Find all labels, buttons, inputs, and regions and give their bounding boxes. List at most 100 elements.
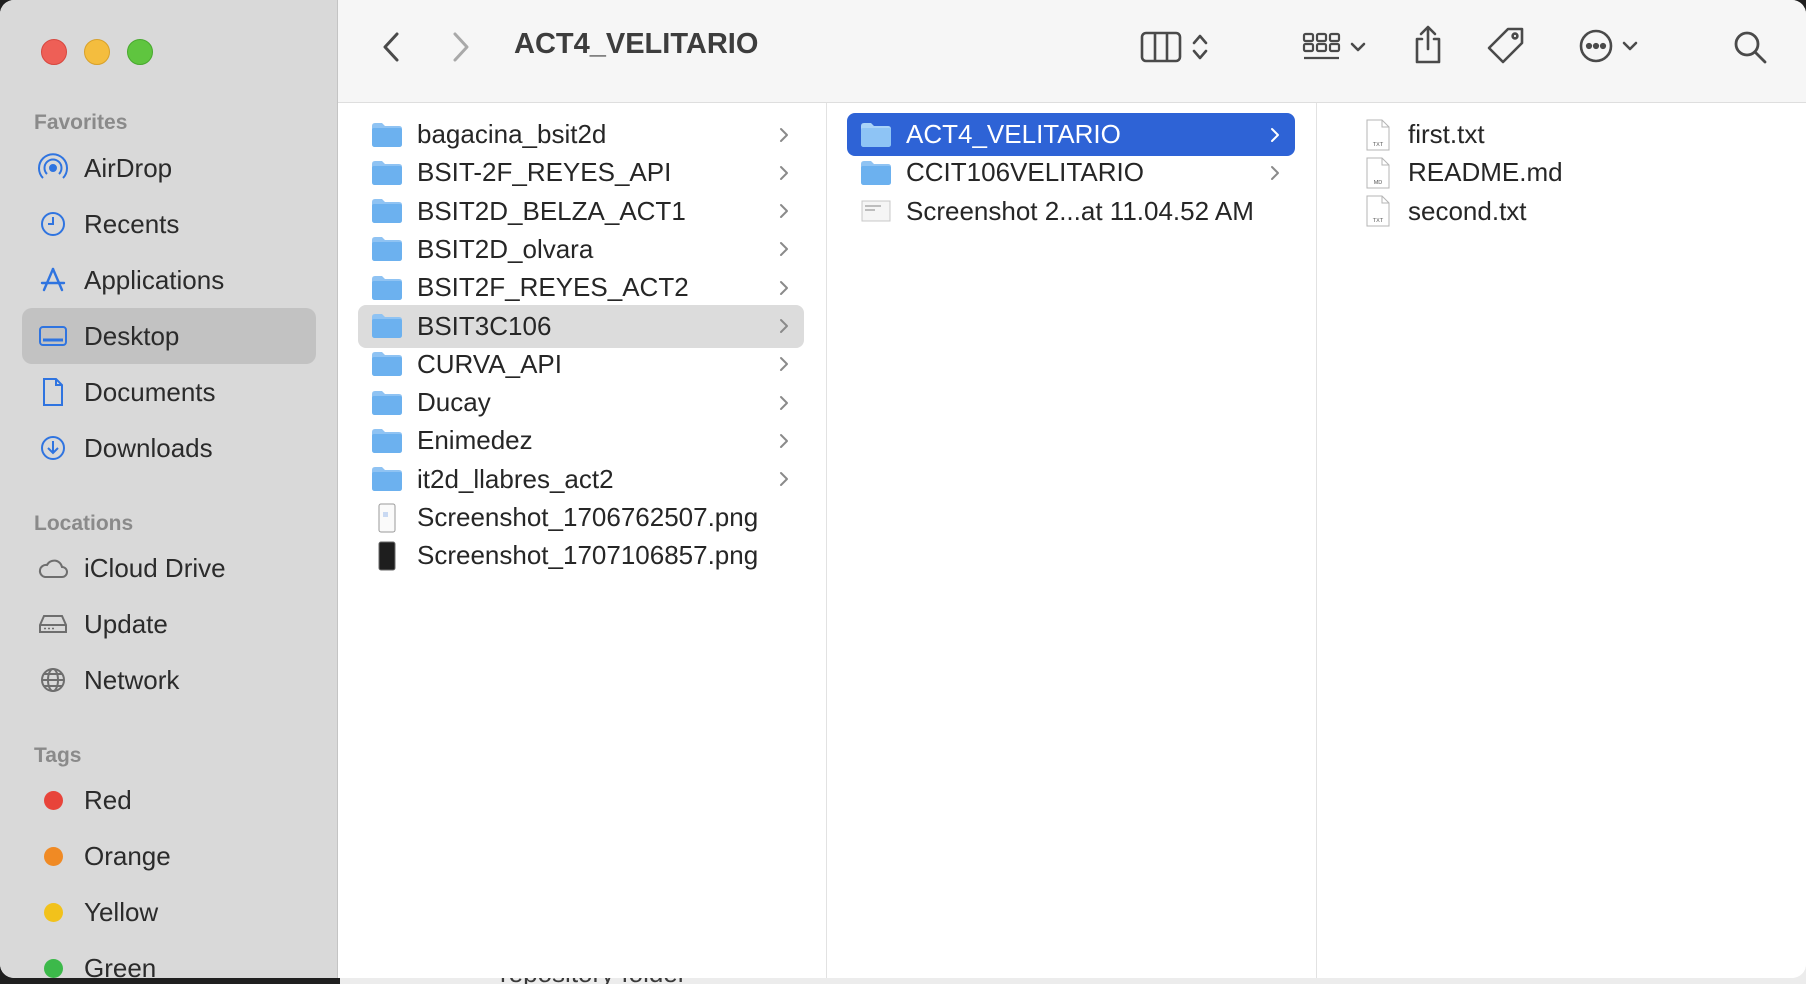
item-label: Ducay bbox=[417, 387, 491, 418]
chevron-right-icon bbox=[774, 433, 794, 449]
folder-row[interactable]: bagacina_bsit2d bbox=[358, 113, 804, 156]
favorites-heading: Favorites bbox=[34, 111, 128, 134]
item-label: first.txt bbox=[1408, 119, 1485, 149]
folder-row[interactable]: CCIT106VELITARIO bbox=[847, 151, 1295, 194]
sidebar-item-downloads[interactable]: Downloads bbox=[22, 420, 316, 476]
minimize-window-button[interactable] bbox=[84, 39, 110, 65]
chevron-right-icon bbox=[774, 241, 794, 257]
file-row[interactable]: TXT second.txt bbox=[1349, 190, 1749, 233]
sidebar-item-label: Update bbox=[84, 608, 168, 639]
drive-icon bbox=[36, 607, 70, 641]
back-button[interactable] bbox=[374, 30, 408, 68]
tag-button[interactable] bbox=[1484, 26, 1528, 70]
chevron-right-icon bbox=[774, 318, 794, 334]
file-row[interactable]: Screenshot_1706762507.png bbox=[358, 496, 804, 539]
sidebar-item-airdrop[interactable]: AirDrop bbox=[22, 140, 316, 196]
item-label: CCIT106VELITARIO bbox=[906, 157, 1144, 188]
sidebar-item-applications[interactable]: Applications bbox=[22, 252, 316, 308]
folder-row[interactable]: BSIT2D_olvara bbox=[358, 228, 804, 271]
globe-icon bbox=[36, 663, 70, 697]
sidebar-item-label: Yellow bbox=[84, 896, 159, 927]
tag-icon bbox=[1486, 26, 1526, 71]
applications-icon bbox=[36, 263, 70, 297]
sidebar-item-label: Red bbox=[84, 784, 132, 815]
chevron-down-icon bbox=[1350, 40, 1366, 58]
group-button[interactable] bbox=[1296, 28, 1372, 70]
sidebar-item-label: Applications bbox=[84, 264, 225, 295]
item-label: bagacina_bsit2d bbox=[417, 119, 607, 149]
chevron-right-icon bbox=[774, 471, 794, 487]
svg-text:MD: MD bbox=[1374, 180, 1383, 186]
text-file-icon: TXT bbox=[1361, 194, 1395, 228]
sidebar-item-tag-orange[interactable]: Orange bbox=[22, 828, 316, 884]
item-label: BSIT2D_BELZA_ACT1 bbox=[417, 195, 686, 226]
folder-row[interactable]: BSIT2F_REYES_ACT2 bbox=[358, 266, 804, 309]
sidebar-item-recents[interactable]: Recents bbox=[22, 196, 316, 252]
folder-icon bbox=[859, 156, 893, 190]
sidebar-item-documents[interactable]: Documents bbox=[22, 364, 316, 420]
item-label: CURVA_API bbox=[417, 348, 562, 379]
chevron-right-icon bbox=[774, 356, 794, 372]
document-icon bbox=[36, 375, 70, 409]
toolbar: ACT4_VELITARIO bbox=[338, 0, 1806, 103]
folder-row[interactable]: BSIT3C106 bbox=[358, 304, 804, 348]
folder-icon bbox=[370, 232, 404, 266]
item-label: BSIT2D_olvara bbox=[417, 233, 594, 264]
svg-text:TXT: TXT bbox=[1373, 218, 1384, 224]
locations-heading: Locations bbox=[34, 512, 134, 535]
folder-row[interactable]: CURVA_API bbox=[358, 343, 804, 386]
sidebar-item-tag-red[interactable]: Red bbox=[22, 772, 316, 828]
sidebar-item-tag-green[interactable]: Green bbox=[22, 940, 316, 978]
sidebar-item-label: Downloads bbox=[84, 432, 213, 463]
file-row[interactable]: MD README.md bbox=[1349, 151, 1749, 194]
file-row[interactable]: Screenshot 2...at 11.04.52 AM bbox=[847, 190, 1295, 233]
sidebar-item-label: Green bbox=[84, 952, 157, 979]
chevron-right-icon bbox=[774, 127, 794, 143]
desktop-icon bbox=[36, 319, 70, 353]
chevron-right-icon bbox=[774, 395, 794, 411]
item-label: Enimedez bbox=[417, 425, 533, 456]
chevron-right-icon bbox=[774, 280, 794, 296]
clock-icon bbox=[36, 207, 70, 241]
folder-row[interactable]: Enimedez bbox=[358, 419, 804, 462]
share-button[interactable] bbox=[1408, 24, 1448, 70]
folder-row[interactable]: ACT4_VELITARIO bbox=[847, 113, 1295, 156]
orange-tag-dot-icon bbox=[43, 846, 63, 866]
sidebar-item-label: Recents bbox=[84, 208, 180, 239]
folder-row[interactable]: it2d_llabres_act2 bbox=[358, 458, 804, 501]
zoom-window-button[interactable] bbox=[127, 39, 153, 65]
column-view-icon bbox=[1140, 30, 1182, 69]
grid-group-icon bbox=[1302, 30, 1342, 69]
sidebar-item-tag-yellow[interactable]: Yellow bbox=[22, 884, 316, 940]
image-file-icon bbox=[370, 539, 404, 573]
folder-row[interactable]: BSIT-2F_REYES_API bbox=[358, 151, 804, 194]
view-options-button[interactable] bbox=[1126, 28, 1222, 70]
folder-icon bbox=[370, 309, 404, 343]
sidebar-item-label: iCloud Drive bbox=[84, 552, 226, 583]
folder-icon bbox=[370, 424, 404, 458]
item-label: second.txt bbox=[1408, 195, 1527, 226]
search-button[interactable] bbox=[1730, 28, 1770, 70]
sidebar: Favorites AirDrop Recents Applications D… bbox=[0, 0, 338, 978]
sidebar-item-update[interactable]: Update bbox=[22, 596, 316, 652]
item-label: BSIT3C106 bbox=[417, 310, 552, 341]
share-icon bbox=[1412, 25, 1444, 70]
folder-icon bbox=[370, 118, 404, 152]
sidebar-item-icloud-drive[interactable]: iCloud Drive bbox=[22, 540, 316, 596]
folder-icon bbox=[370, 194, 404, 228]
more-actions-button[interactable] bbox=[1570, 26, 1646, 70]
folder-row[interactable]: Ducay bbox=[358, 381, 804, 424]
item-label: README.md bbox=[1408, 157, 1563, 188]
sidebar-item-desktop[interactable]: Desktop bbox=[22, 308, 316, 364]
file-row[interactable]: Screenshot_1707106857.png bbox=[358, 534, 804, 577]
sidebar-item-label: Orange bbox=[84, 840, 171, 871]
window-title: ACT4_VELITARIO bbox=[514, 28, 759, 60]
folder-row[interactable]: BSIT2D_BELZA_ACT1 bbox=[358, 190, 804, 233]
folder-icon bbox=[370, 156, 404, 190]
folder-icon bbox=[370, 271, 404, 305]
file-row[interactable]: TXT first.txt bbox=[1349, 113, 1749, 156]
close-window-button[interactable] bbox=[41, 39, 67, 65]
column-2: ACT4_VELITARIO CCIT106VELITARIO Screenshot… bbox=[827, 103, 1317, 978]
forward-button[interactable] bbox=[444, 30, 478, 68]
sidebar-item-network[interactable]: Network bbox=[22, 652, 316, 708]
